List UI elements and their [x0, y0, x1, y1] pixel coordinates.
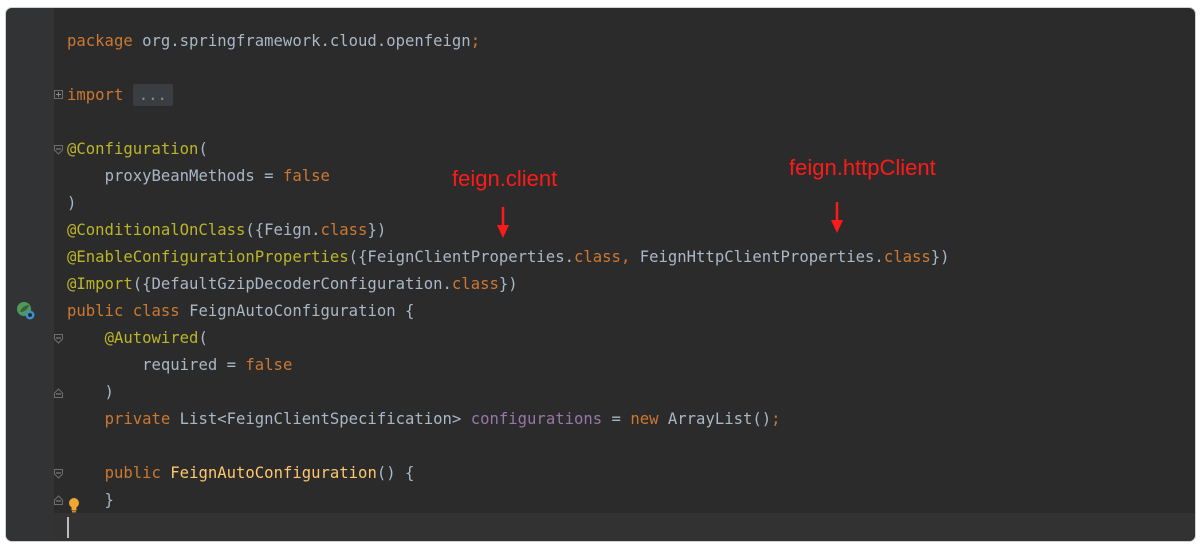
code-text: )	[67, 383, 114, 401]
code-text: required =	[142, 356, 246, 374]
code-text: ({DefaultGzipDecoderConfiguration.	[132, 275, 452, 293]
code-line-package[interactable]: package org.springframework.cloud.openfe…	[67, 28, 480, 55]
comma: ,	[620, 248, 631, 266]
keyword: false	[282, 167, 330, 185]
package-name: org.springframework.cloud.openfeign	[132, 32, 471, 50]
code-line-close-brace[interactable]: }	[67, 487, 114, 514]
keyword: false	[245, 356, 293, 374]
annotation: @Import	[67, 275, 133, 293]
code-text: }	[67, 491, 114, 509]
code-text: (	[198, 140, 208, 158]
code-line-required[interactable]: required = false	[67, 352, 292, 379]
fold-collapse-icon[interactable]	[54, 334, 63, 344]
code-text: () {	[376, 464, 415, 482]
code-line-constructor[interactable]: public FeignAutoConfiguration() {	[67, 460, 415, 487]
keyword: class	[883, 248, 931, 266]
code-text: })	[930, 248, 950, 266]
fold-end-icon[interactable]	[54, 495, 63, 505]
keyword: class	[320, 221, 368, 239]
annotation: @Configuration	[67, 140, 199, 158]
keyword: public	[67, 302, 124, 320]
code-line-close-paren[interactable]: )	[67, 190, 76, 217]
fold-expand-icon[interactable]	[54, 90, 63, 100]
keyword: class	[132, 302, 180, 320]
code-text: )	[67, 194, 77, 212]
keyword: public	[104, 464, 161, 482]
semicolon: ;	[470, 32, 481, 50]
code-text: })	[498, 275, 518, 293]
code-line-close-paren-indented[interactable]: )	[67, 379, 114, 406]
code-editor[interactable]: package org.springframework.cloud.openfe…	[6, 8, 1195, 541]
fold-collapse-icon[interactable]	[54, 145, 63, 155]
code-text: ({Feign.	[245, 221, 321, 239]
code-line-import[interactable]: import ...	[67, 82, 173, 109]
code-text: (	[198, 329, 208, 347]
code-text: ({FeignClientProperties.	[348, 248, 574, 266]
fold-end-icon[interactable]	[54, 388, 63, 398]
keyword: class	[573, 248, 621, 266]
current-line-highlight	[54, 513, 1195, 541]
code-line-configurations-field[interactable]: private List<FeignClientSpecification> c…	[67, 406, 781, 433]
keyword: import	[67, 86, 124, 104]
folded-imports[interactable]: ...	[132, 84, 173, 106]
code-text: proxyBeanMethods =	[104, 167, 283, 185]
semicolon: ;	[771, 410, 781, 428]
code-text: })	[367, 221, 387, 239]
code-line-import-annotation[interactable]: @Import({DefaultGzipDecoderConfiguration…	[67, 271, 518, 298]
code-line-proxy-bean-methods[interactable]: proxyBeanMethods = false	[67, 163, 330, 190]
keyword: package	[67, 32, 133, 50]
code-text: FeignHttpClientProperties.	[630, 248, 884, 266]
annotation-feign-http-client: feign.httpClient	[789, 155, 936, 180]
arrow-down-icon	[830, 202, 844, 239]
code-line-class-declaration[interactable]: public class FeignAutoConfiguration {	[67, 298, 414, 325]
code-text: List<FeignClientSpecification>	[170, 410, 471, 428]
code-line-enable-configuration-properties[interactable]: @EnableConfigurationProperties({FeignCli…	[67, 244, 950, 271]
annotation: @EnableConfigurationProperties	[67, 248, 349, 266]
text-caret	[67, 517, 69, 538]
fold-collapse-icon[interactable]	[54, 469, 63, 479]
annotation-feign-client: feign.client	[452, 166, 558, 191]
annotation: @Autowired	[104, 329, 199, 347]
annotation: @ConditionalOnClass	[67, 221, 246, 239]
keyword: new	[630, 410, 659, 428]
editor-gutter[interactable]	[6, 8, 54, 541]
code-line-configuration[interactable]: @Configuration(	[67, 136, 208, 163]
code-text: FeignAutoConfiguration {	[179, 302, 415, 320]
constructor-name: FeignAutoConfiguration	[170, 464, 377, 482]
field-name: configurations	[470, 410, 603, 428]
keyword: private	[104, 410, 171, 428]
code-line-autowired[interactable]: @Autowired(	[67, 325, 208, 352]
code-text: =	[602, 410, 631, 428]
code-text: ArrayList()	[658, 410, 772, 428]
code-line-conditional-on-class[interactable]: @ConditionalOnClass({Feign.class})	[67, 217, 386, 244]
arrow-down-icon	[496, 207, 510, 244]
keyword: class	[451, 275, 499, 293]
spring-bean-icon[interactable]	[16, 301, 36, 326]
